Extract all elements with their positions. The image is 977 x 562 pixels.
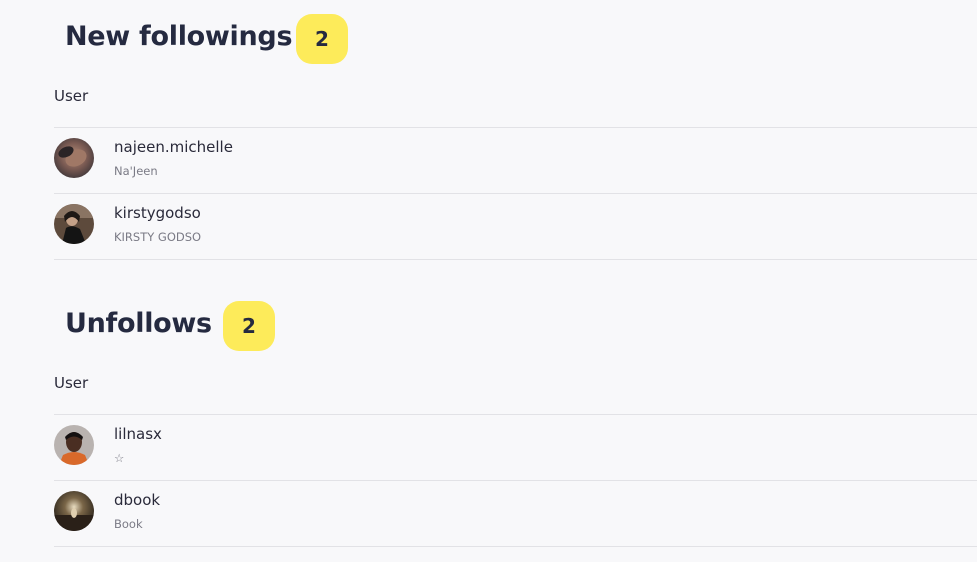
user-row[interactable]: kirstygodso KIRSTY GODSO xyxy=(54,194,977,260)
full-name: Book xyxy=(114,517,143,531)
user-list: lilnasx ☆ dbook Book xyxy=(54,414,977,547)
full-name: ☆ xyxy=(114,451,125,465)
avatar[interactable] xyxy=(54,138,94,178)
user-list: najeen.michelle Na'Jeen kirstygodso KIRS… xyxy=(54,127,977,260)
user-row[interactable]: najeen.michelle Na'Jeen xyxy=(54,128,977,194)
count-badge: 2 xyxy=(296,14,348,64)
full-name: Na'Jeen xyxy=(114,164,158,178)
count-badge: 2 xyxy=(223,301,275,351)
avatar[interactable] xyxy=(54,425,94,465)
username[interactable]: lilnasx xyxy=(114,424,162,444)
column-header-user: User xyxy=(54,87,89,105)
username[interactable]: najeen.michelle xyxy=(114,137,233,157)
section-header: Unfollows 2 xyxy=(54,301,977,351)
section-title: Unfollows xyxy=(65,308,212,339)
section-header: New followings 2 xyxy=(54,14,977,64)
new-followings-section: New followings 2 User najeen.michelle Na… xyxy=(54,14,977,260)
avatar[interactable] xyxy=(54,491,94,531)
full-name: KIRSTY GODSO xyxy=(114,230,202,244)
column-header-user: User xyxy=(54,374,89,392)
unfollows-section: Unfollows 2 User lilnasx ☆ dbook Book xyxy=(54,301,977,547)
avatar[interactable] xyxy=(54,204,94,244)
username[interactable]: kirstygodso xyxy=(114,203,201,223)
section-title: New followings xyxy=(65,21,293,52)
username[interactable]: dbook xyxy=(114,490,160,510)
user-row[interactable]: dbook Book xyxy=(54,481,977,547)
user-row[interactable]: lilnasx ☆ xyxy=(54,415,977,481)
